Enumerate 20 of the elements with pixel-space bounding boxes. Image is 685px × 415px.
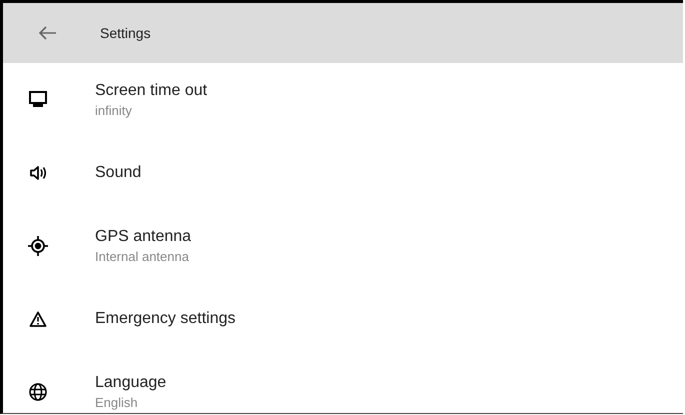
back-arrow-icon bbox=[37, 25, 57, 41]
globe-icon bbox=[29, 382, 47, 400]
settings-item[interactable]: Language English bbox=[3, 355, 683, 413]
item-title: Sound bbox=[95, 164, 142, 182]
monitor-icon bbox=[29, 91, 47, 108]
location-target-icon bbox=[28, 236, 48, 256]
item-subtitle: infinity bbox=[95, 102, 133, 118]
item-subtitle: English bbox=[95, 394, 139, 410]
settings-item[interactable]: GPS antenna Internal antenna bbox=[3, 209, 683, 282]
settings-item[interactable]: Screen time out infinity bbox=[3, 63, 683, 136]
item-title: Screen time out bbox=[95, 82, 208, 100]
item-title: GPS antenna bbox=[95, 228, 192, 246]
screen-title: Settings bbox=[100, 25, 151, 41]
settings-item[interactable]: Sound bbox=[3, 136, 683, 209]
speaker-icon bbox=[30, 166, 46, 180]
item-title: Language bbox=[95, 374, 166, 392]
settings-item[interactable]: Emergency settings bbox=[3, 282, 683, 355]
warning-icon bbox=[29, 310, 47, 326]
item-title: Emergency settings bbox=[95, 310, 236, 328]
item-subtitle: Internal antenna bbox=[95, 248, 190, 264]
